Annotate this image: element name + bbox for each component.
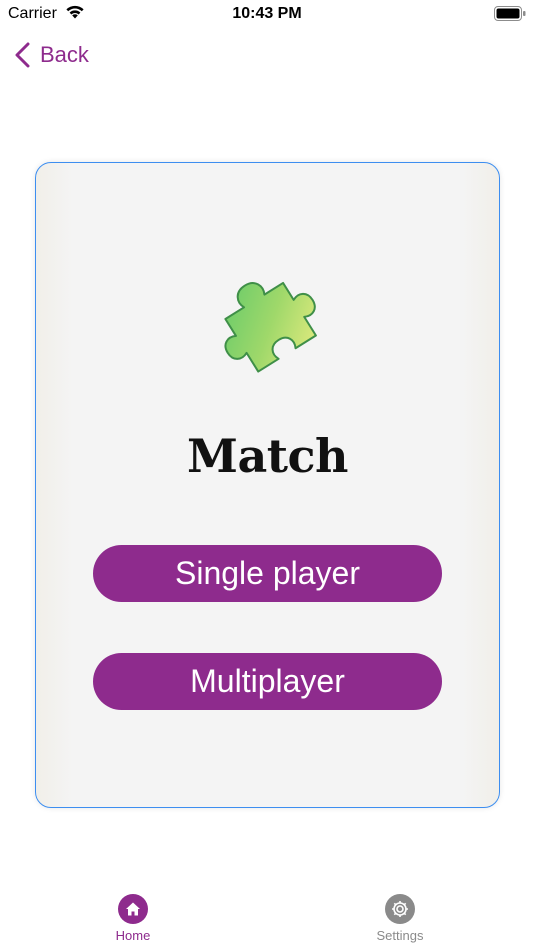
gear-icon (385, 894, 415, 924)
screen: Carrier 10:43 PM Back Match Single playe… (0, 0, 534, 950)
tab-settings-label: Settings (376, 928, 424, 943)
back-button[interactable]: Back (14, 38, 89, 72)
tab-home[interactable]: Home (78, 894, 188, 943)
battery-icon (494, 6, 526, 21)
multiplayer-button[interactable]: Multiplayer (93, 653, 442, 710)
single-player-button[interactable]: Single player (93, 545, 442, 602)
clock: 10:43 PM (232, 5, 302, 22)
status-bar: Carrier 10:43 PM (0, 0, 534, 28)
puzzle-piece-icon (224, 281, 317, 373)
chevron-left-icon (15, 42, 30, 68)
tab-home-label: Home (115, 928, 151, 943)
game-card: Match Single player Multiplayer (35, 162, 500, 808)
tab-settings[interactable]: Settings (345, 894, 455, 943)
tab-bar: Home Settings (0, 880, 534, 950)
back-label: Back (40, 42, 89, 67)
game-title: Match (187, 429, 348, 483)
home-icon (118, 894, 148, 924)
